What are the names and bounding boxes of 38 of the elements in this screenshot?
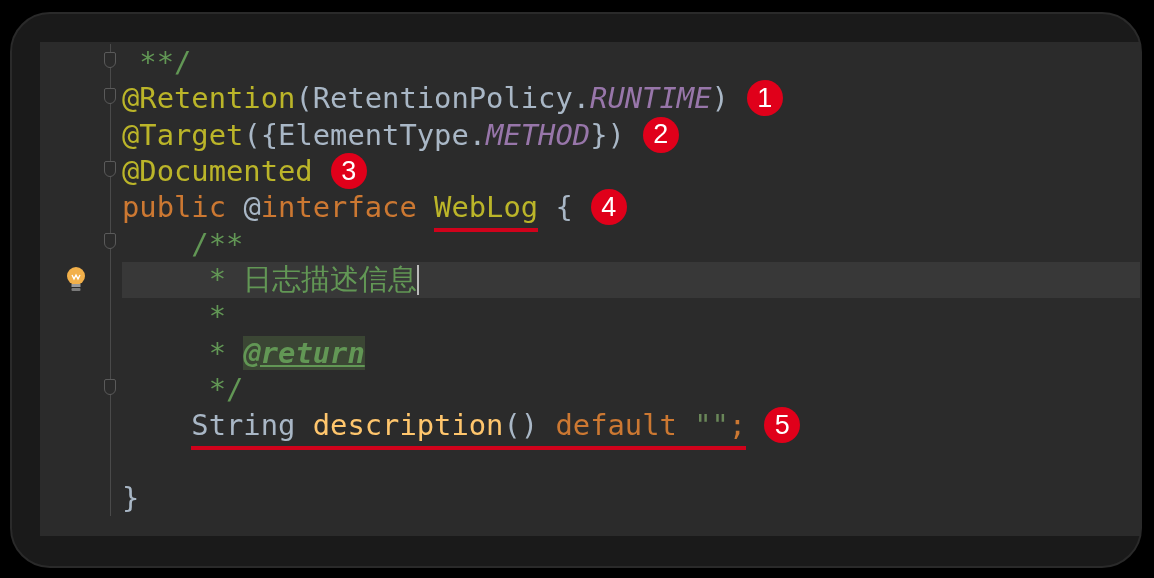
code-token: */ bbox=[208, 371, 244, 406]
number-badge: 5 bbox=[764, 407, 801, 444]
code-token: METHOD bbox=[486, 117, 591, 152]
code-token: () bbox=[503, 408, 556, 443]
number-badge: 2 bbox=[642, 116, 679, 153]
fold-icon[interactable] bbox=[104, 52, 116, 68]
fold-icon[interactable] bbox=[104, 233, 116, 250]
code-token: * 日志描述信息 bbox=[208, 260, 418, 298]
code-token: @Retention bbox=[122, 81, 296, 116]
code-token: RUNTIME bbox=[590, 81, 712, 116]
number-badge: 4 bbox=[590, 189, 627, 226]
fold-icon[interactable] bbox=[104, 378, 116, 395]
code-token: * bbox=[208, 335, 228, 370]
code-token: "" bbox=[694, 408, 729, 443]
number-badge: 1 bbox=[746, 80, 783, 117]
fold-icon[interactable] bbox=[104, 160, 116, 177]
fold-icon[interactable] bbox=[104, 88, 116, 105]
code-token: interface bbox=[260, 190, 418, 225]
code-token: }) bbox=[590, 117, 625, 152]
code-token: /** bbox=[191, 226, 244, 261]
code-token: ) bbox=[711, 81, 729, 116]
code-token: } bbox=[122, 480, 140, 515]
code-token: String bbox=[191, 408, 313, 443]
code-token: @return bbox=[243, 335, 365, 370]
code-token: @Documented bbox=[122, 154, 313, 189]
code-token: @Target bbox=[122, 117, 244, 152]
code-token: **/ bbox=[139, 45, 192, 80]
code-token: default bbox=[555, 408, 695, 443]
code-token: WebLog bbox=[434, 190, 539, 225]
code-token: (RetentionPolicy. bbox=[295, 81, 591, 116]
code-token: * bbox=[208, 299, 227, 334]
code-token: description bbox=[312, 408, 504, 443]
code-token: @ bbox=[243, 190, 261, 225]
number-badge: 3 bbox=[330, 153, 367, 190]
lightbulb-icon[interactable] bbox=[66, 265, 86, 294]
code-token: ; bbox=[728, 408, 747, 443]
code-token: public bbox=[122, 190, 228, 225]
code-token: { bbox=[555, 190, 573, 225]
